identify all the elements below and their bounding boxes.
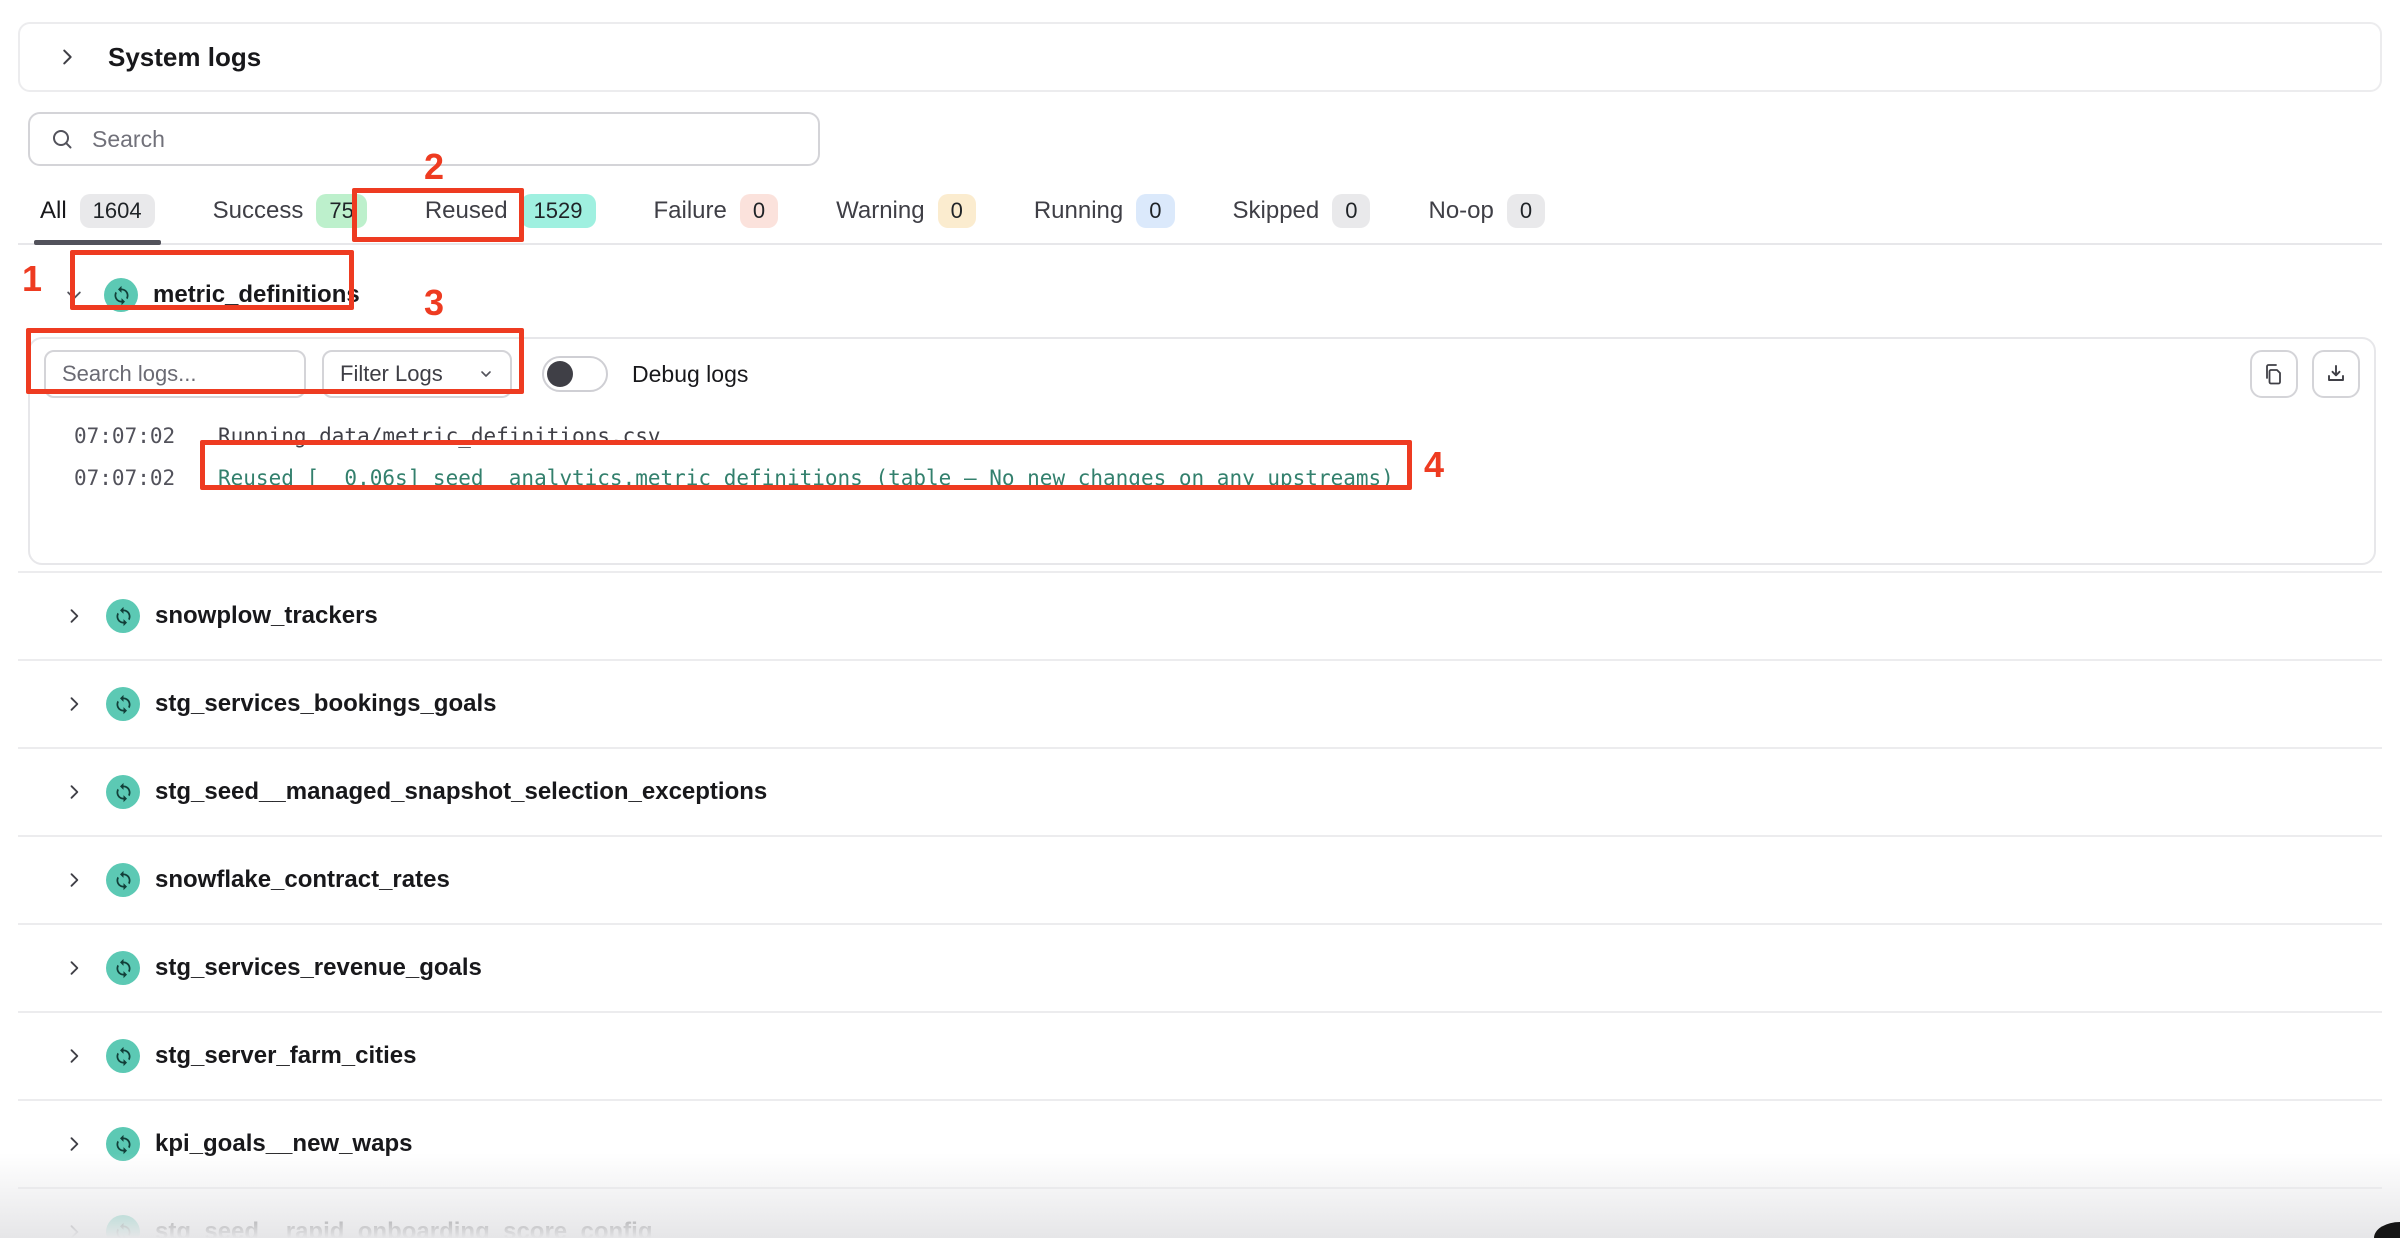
log-search-input[interactable]	[44, 350, 306, 398]
run-name: stg_services_bookings_goals	[155, 690, 496, 718]
system-logs-page: System logs All 1604 Success 75 Reused 1…	[0, 0, 2400, 1238]
log-message: Reused [ 0.06s] seed analytics.metric_de…	[218, 466, 1394, 490]
system-logs-header[interactable]: System logs	[18, 22, 2382, 92]
search-icon	[50, 127, 74, 151]
chevron-right-icon	[64, 870, 84, 890]
debug-logs-toggle[interactable]	[542, 356, 608, 392]
tab-reused[interactable]: Reused 1529	[425, 194, 596, 243]
log-timestamp: 07:07:02	[74, 466, 174, 490]
download-logs-button[interactable]	[2312, 350, 2360, 398]
run-row[interactable]: stg_seed__rapid_onboarding_score_config	[18, 1187, 2382, 1238]
run-name: stg_services_revenue_goals	[155, 954, 482, 982]
chevron-right-icon	[64, 1134, 84, 1154]
reused-status-icon	[106, 1127, 140, 1161]
debug-logs-label: Debug logs	[632, 361, 748, 388]
chevron-right-icon	[64, 694, 84, 714]
run-name: stg_server_farm_cities	[155, 1042, 417, 1070]
tab-warning[interactable]: Warning 0	[836, 194, 976, 243]
log-line: 07:07:02 Running data/metric_definitions…	[44, 415, 2360, 457]
status-tabs: All 1604 Success 75 Reused 1529 Failure …	[18, 194, 2382, 245]
tab-skipped[interactable]: Skipped 0	[1233, 194, 1371, 243]
run-row[interactable]: stg_services_bookings_goals	[18, 659, 2382, 747]
reused-status-icon	[106, 863, 140, 897]
chevron-right-icon	[56, 46, 78, 68]
run-row[interactable]: kpi_goals__new_waps	[18, 1099, 2382, 1187]
chevron-right-icon	[64, 958, 84, 978]
reused-status-icon	[106, 687, 140, 721]
reused-status-icon	[106, 1215, 140, 1238]
copy-icon	[2262, 362, 2286, 386]
tab-noop[interactable]: No-op 0	[1428, 194, 1545, 243]
run-name: stg_seed__rapid_onboarding_score_config	[155, 1218, 652, 1238]
run-name: stg_seed__managed_snapshot_selection_exc…	[155, 778, 767, 806]
log-line-reused: 07:07:02 Reused [ 0.06s] seed analytics.…	[44, 457, 2360, 499]
log-message: Running data/metric_definitions.csv	[218, 424, 661, 448]
reused-status-icon	[106, 599, 140, 633]
run-row[interactable]: stg_server_farm_cities	[18, 1011, 2382, 1099]
tab-failure[interactable]: Failure 0	[654, 194, 779, 243]
download-icon	[2324, 362, 2348, 386]
search-bar[interactable]	[28, 112, 820, 166]
runs-list: snowplow_trackers stg_services_bookings_…	[18, 571, 2382, 1238]
tab-count-badge: 75	[316, 194, 366, 228]
reused-status-icon	[106, 775, 140, 809]
chevron-right-icon	[64, 782, 84, 802]
reused-status-icon	[104, 278, 138, 312]
tab-running[interactable]: Running 0	[1034, 194, 1175, 243]
run-name: snowplow_trackers	[155, 602, 378, 630]
run-name: kpi_goals__new_waps	[155, 1130, 412, 1158]
tab-count-badge: 0	[938, 194, 976, 228]
run-name: metric_definitions	[153, 281, 360, 309]
chevron-right-icon	[64, 1046, 84, 1066]
log-output: 07:07:02 Running data/metric_definitions…	[44, 415, 2360, 499]
chevron-right-icon	[64, 606, 84, 626]
run-row[interactable]: stg_services_revenue_goals	[18, 923, 2382, 1011]
chevron-right-icon	[64, 1222, 84, 1238]
run-row-metric-definitions[interactable]: metric_definitions	[18, 253, 2382, 337]
toggle-knob	[547, 361, 573, 387]
tab-all[interactable]: All 1604	[40, 194, 155, 243]
search-input[interactable]	[90, 125, 798, 154]
copy-logs-button[interactable]	[2250, 350, 2298, 398]
log-panel: Filter Logs Debug logs	[28, 337, 2376, 565]
page-title: System logs	[108, 42, 261, 73]
tab-count-badge: 0	[1332, 194, 1370, 228]
run-row[interactable]: snowflake_contract_rates	[18, 835, 2382, 923]
tab-count-badge: 0	[740, 194, 778, 228]
run-row[interactable]: snowplow_trackers	[18, 571, 2382, 659]
tab-count-badge: 1529	[521, 194, 596, 228]
chevron-down-icon	[478, 366, 494, 382]
run-name: snowflake_contract_rates	[155, 866, 450, 894]
log-timestamp: 07:07:02	[74, 424, 174, 448]
chevron-down-icon[interactable]	[64, 285, 84, 305]
tab-success[interactable]: Success 75	[213, 194, 367, 243]
tab-count-badge: 1604	[80, 194, 155, 228]
tab-count-badge: 0	[1507, 194, 1545, 228]
filter-logs-dropdown[interactable]: Filter Logs	[322, 350, 512, 398]
reused-status-icon	[106, 951, 140, 985]
tab-count-badge: 0	[1136, 194, 1174, 228]
run-row[interactable]: stg_seed__managed_snapshot_selection_exc…	[18, 747, 2382, 835]
reused-status-icon	[106, 1039, 140, 1073]
